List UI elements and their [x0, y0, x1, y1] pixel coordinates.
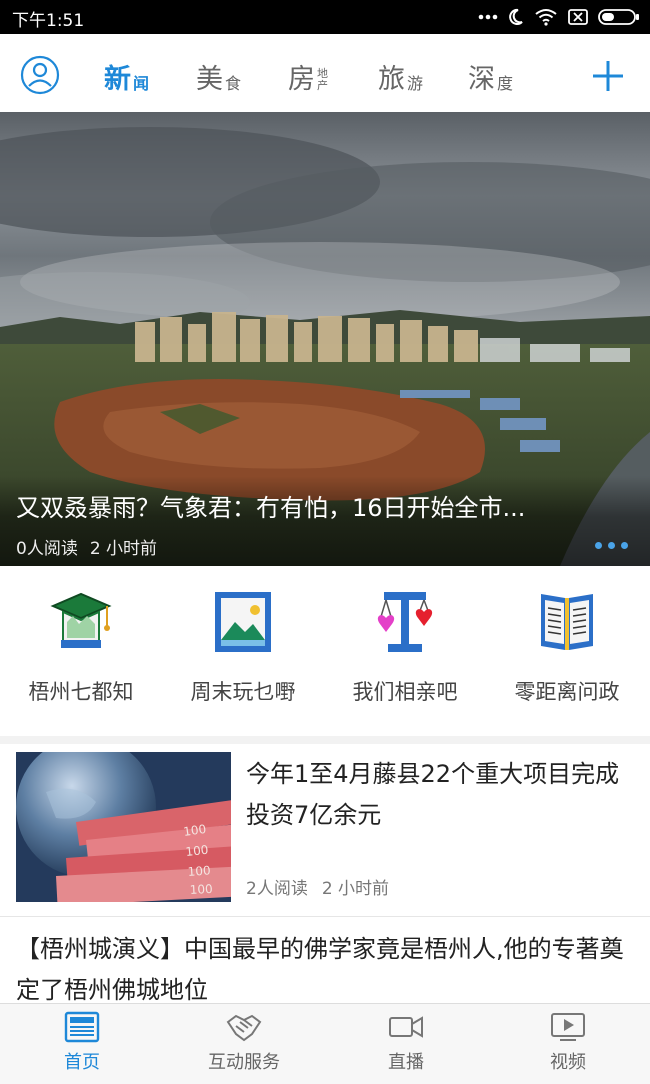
tab-travel[interactable]: 旅游	[378, 52, 423, 96]
newspaper-icon	[64, 1011, 100, 1043]
moon-icon	[509, 8, 523, 25]
hero-banner[interactable]: 又双叒暴雨？气象君：冇有怕，16日开始全市... 0人阅读 2 小时前	[0, 112, 650, 566]
sim-icon	[568, 9, 588, 25]
svg-text:100: 100	[187, 863, 211, 879]
news-item[interactable]: 100 100 100 100 今年1至4月藤县22个重大项目完成投资7亿余元 …	[0, 744, 650, 917]
handshake-icon	[226, 1014, 262, 1042]
dots-icon	[478, 14, 498, 20]
hero-meta: 0人阅读 2 小时前	[16, 534, 169, 559]
hero-title[interactable]: 又双叒暴雨？气象君：冇有怕，16日开始全市...	[16, 488, 626, 523]
news-title: 【梧州城演义】中国最早的佛学家竟是梧州人,他的专著奠定了梧州佛城地位	[16, 935, 624, 1004]
quick-link-dating[interactable]: 我们相亲吧	[324, 586, 486, 706]
news-title: 今年1至4月藤县22个重大项目完成投资7亿余元	[246, 760, 620, 829]
news-item[interactable]: 【梧州城演义】中国最早的佛学家竟是梧州人,他的专著奠定了梧州佛城地位	[0, 917, 650, 1007]
news-time: 2 小时前	[321, 879, 390, 899]
nav-live[interactable]: 直播	[326, 1010, 486, 1074]
quick-link-wuzhou[interactable]: 梧州七都知	[0, 586, 162, 706]
hero-reads: 0人阅读	[16, 539, 78, 559]
news-meta: 2人阅读 2 小时前	[246, 874, 403, 899]
graduation-cap-icon	[50, 592, 112, 648]
status-time: 下午1:51	[12, 11, 85, 31]
user-icon[interactable]	[20, 55, 60, 95]
tab-depth[interactable]: 深度	[468, 52, 513, 96]
nav-video[interactable]: 视频	[488, 1010, 648, 1074]
scale-hearts-icon	[377, 592, 433, 652]
tab-news[interactable]: 新闻	[104, 52, 149, 96]
picture-icon	[215, 592, 271, 652]
video-camera-icon	[389, 1016, 423, 1038]
quick-link-politics[interactable]: 零距离问政	[486, 586, 648, 706]
battery-icon	[598, 9, 639, 25]
wifi-icon	[535, 9, 557, 26]
plus-icon[interactable]	[590, 58, 626, 94]
svg-text:100: 100	[189, 882, 213, 897]
quick-links: 梧州七都知 周末玩乜嘢 我们相亲吧 零距离问政	[0, 566, 650, 744]
nav-home[interactable]: 首页	[2, 1010, 162, 1074]
top-nav: 新闻 美食 房 地产 旅游 深度	[0, 34, 650, 113]
tab-real-estate[interactable]: 房 地产	[288, 52, 328, 96]
carousel-indicator	[595, 542, 628, 549]
play-screen-icon	[551, 1013, 585, 1041]
tab-food[interactable]: 美食	[196, 52, 241, 96]
open-book-icon	[541, 594, 593, 650]
svg-text:100: 100	[185, 843, 209, 859]
news-reads: 2人阅读	[246, 879, 308, 899]
bottom-nav: 首页 互动服务 直播 视频	[0, 1003, 650, 1084]
status-bar: 下午1:51	[0, 0, 650, 34]
nav-interactive[interactable]: 互动服务	[164, 1010, 324, 1074]
quick-link-weekend[interactable]: 周末玩乜嘢	[162, 586, 324, 706]
status-icons	[478, 6, 640, 28]
news-thumbnail: 100 100 100 100	[16, 752, 231, 902]
hero-time: 2 小时前	[89, 539, 158, 559]
